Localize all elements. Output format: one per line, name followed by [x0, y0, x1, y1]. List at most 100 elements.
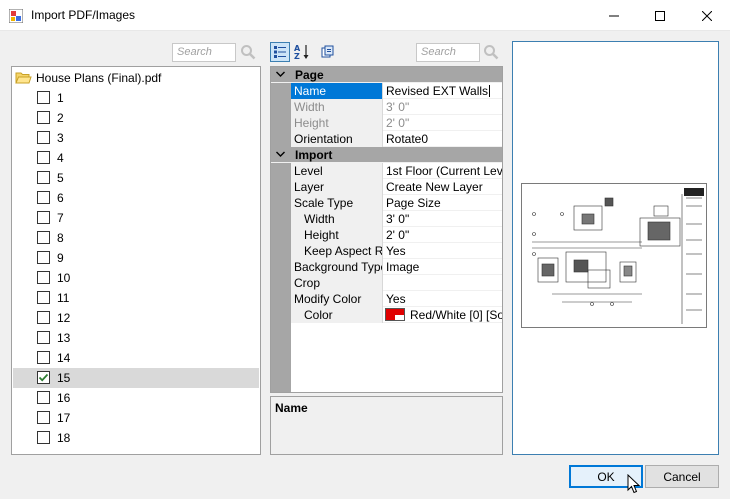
- page-item[interactable]: 14: [13, 348, 259, 368]
- page-checkbox[interactable]: [37, 331, 50, 344]
- property-value[interactable]: Page Size: [383, 195, 502, 211]
- page-checkbox[interactable]: [37, 291, 50, 304]
- page-label: 3: [57, 131, 64, 145]
- grid-margin: [271, 179, 291, 195]
- page-item[interactable]: 7: [13, 208, 259, 228]
- property-name[interactable]: Modify Color: [291, 291, 383, 307]
- property-name[interactable]: Height: [291, 115, 383, 131]
- page-checkbox[interactable]: [37, 371, 50, 384]
- minimize-button[interactable]: [591, 0, 637, 31]
- property-value[interactable]: Yes: [383, 291, 502, 307]
- page-checkbox[interactable]: [37, 311, 50, 324]
- property-row[interactable]: Keep Aspect Ra Yes: [271, 243, 502, 259]
- page-checkbox[interactable]: [37, 391, 50, 404]
- property-name[interactable]: Height: [291, 227, 383, 243]
- preview-thumbnail: [521, 183, 707, 328]
- page-checkbox[interactable]: [37, 271, 50, 284]
- property-name[interactable]: Background Type: [291, 259, 383, 275]
- property-row[interactable]: Level1st Floor (Current Level): [271, 163, 502, 179]
- property-name[interactable]: Width: [291, 211, 383, 227]
- property-row[interactable]: Height 2' 0": [271, 115, 502, 131]
- page-item[interactable]: 5: [13, 168, 259, 188]
- property-value[interactable]: Red/White [0] [Solic: [383, 307, 502, 323]
- property-pages-button[interactable]: [318, 42, 338, 62]
- property-value[interactable]: 2' 0": [383, 227, 502, 243]
- property-value[interactable]: 3' 0": [383, 211, 502, 227]
- property-name[interactable]: Scale Type: [291, 195, 383, 211]
- page-item[interactable]: 2: [13, 108, 259, 128]
- page-item[interactable]: 12: [13, 308, 259, 328]
- maximize-button[interactable]: [637, 0, 683, 31]
- page-item[interactable]: 9: [13, 248, 259, 268]
- property-name[interactable]: Crop: [291, 275, 383, 291]
- property-row[interactable]: Scale Type Page Size: [271, 195, 502, 211]
- page-checkbox[interactable]: [37, 251, 50, 264]
- page-item[interactable]: 13: [13, 328, 259, 348]
- page-item[interactable]: 1: [13, 88, 259, 108]
- property-row[interactable]: Orientation Rotate0: [271, 131, 502, 147]
- property-name[interactable]: Keep Aspect Ra: [291, 243, 383, 259]
- property-name[interactable]: Layer: [291, 179, 383, 195]
- page-checkbox[interactable]: [37, 91, 50, 104]
- property-row[interactable]: Crop: [271, 275, 502, 291]
- property-name[interactable]: Color: [291, 307, 383, 323]
- property-name[interactable]: Orientation: [291, 131, 383, 147]
- property-value[interactable]: 3' 0": [383, 99, 502, 115]
- property-row[interactable]: Width 3' 0": [271, 99, 502, 115]
- alphabetical-sort-button[interactable]: A Z: [292, 42, 312, 62]
- property-row[interactable]: Name Revised EXT Walls: [271, 83, 502, 99]
- page-checkbox[interactable]: [37, 131, 50, 144]
- close-button[interactable]: [684, 0, 730, 31]
- search-icon[interactable]: [483, 44, 499, 60]
- property-search-input[interactable]: Search: [416, 43, 480, 62]
- page-item[interactable]: 11: [13, 288, 259, 308]
- chevron-down-icon[interactable]: [276, 71, 285, 78]
- page-item[interactable]: 18: [13, 428, 259, 448]
- page-checkbox[interactable]: [37, 351, 50, 364]
- page-item[interactable]: 8: [13, 228, 259, 248]
- property-value[interactable]: 1st Floor (Current Level): [383, 163, 502, 179]
- page-checkbox[interactable]: [37, 411, 50, 424]
- property-value[interactable]: [383, 275, 502, 291]
- cancel-button[interactable]: Cancel: [645, 465, 719, 488]
- category-import[interactable]: Import: [271, 147, 502, 163]
- page-checkbox[interactable]: [37, 191, 50, 204]
- search-icon[interactable]: [240, 44, 256, 60]
- property-name[interactable]: Name: [291, 83, 383, 99]
- grid-margin: [271, 291, 291, 307]
- property-row[interactable]: Width 3' 0": [271, 211, 502, 227]
- grid-margin: [271, 195, 291, 211]
- tree-root-item[interactable]: House Plans (Final).pdf: [15, 70, 161, 86]
- page-item[interactable]: 3: [13, 128, 259, 148]
- property-value[interactable]: Rotate0: [383, 131, 502, 147]
- property-row[interactable]: Layer Create New Layer: [271, 179, 502, 195]
- page-item[interactable]: 10: [13, 268, 259, 288]
- property-row[interactable]: Height 2' 0": [271, 227, 502, 243]
- page-checkbox[interactable]: [37, 151, 50, 164]
- property-name[interactable]: Level: [291, 163, 383, 179]
- page-checkbox[interactable]: [37, 231, 50, 244]
- page-checkbox[interactable]: [37, 211, 50, 224]
- property-row[interactable]: Modify Color Yes: [271, 291, 502, 307]
- page-item[interactable]: 15: [13, 368, 259, 388]
- page-item[interactable]: 17: [13, 408, 259, 428]
- category-page[interactable]: Page: [271, 67, 502, 83]
- page-item[interactable]: 4: [13, 148, 259, 168]
- page-item[interactable]: 6: [13, 188, 259, 208]
- categorized-view-button[interactable]: [270, 42, 290, 62]
- name-value-input[interactable]: Revised EXT Walls: [383, 83, 502, 99]
- tree-search-input[interactable]: Search: [172, 43, 236, 62]
- property-row[interactable]: Color Red/White [0] [Solic: [271, 307, 502, 323]
- grid-margin: [271, 131, 291, 147]
- page-item[interactable]: 16: [13, 388, 259, 408]
- chevron-down-icon[interactable]: [276, 151, 285, 158]
- property-row[interactable]: Background Type Image: [271, 259, 502, 275]
- property-name[interactable]: Width: [291, 99, 383, 115]
- property-value[interactable]: Image: [383, 259, 502, 275]
- property-value[interactable]: 2' 0": [383, 115, 502, 131]
- page-checkbox[interactable]: [37, 171, 50, 184]
- property-value[interactable]: Create New Layer: [383, 179, 502, 195]
- property-value[interactable]: Yes: [383, 243, 502, 259]
- page-checkbox[interactable]: [37, 111, 50, 124]
- page-checkbox[interactable]: [37, 431, 50, 444]
